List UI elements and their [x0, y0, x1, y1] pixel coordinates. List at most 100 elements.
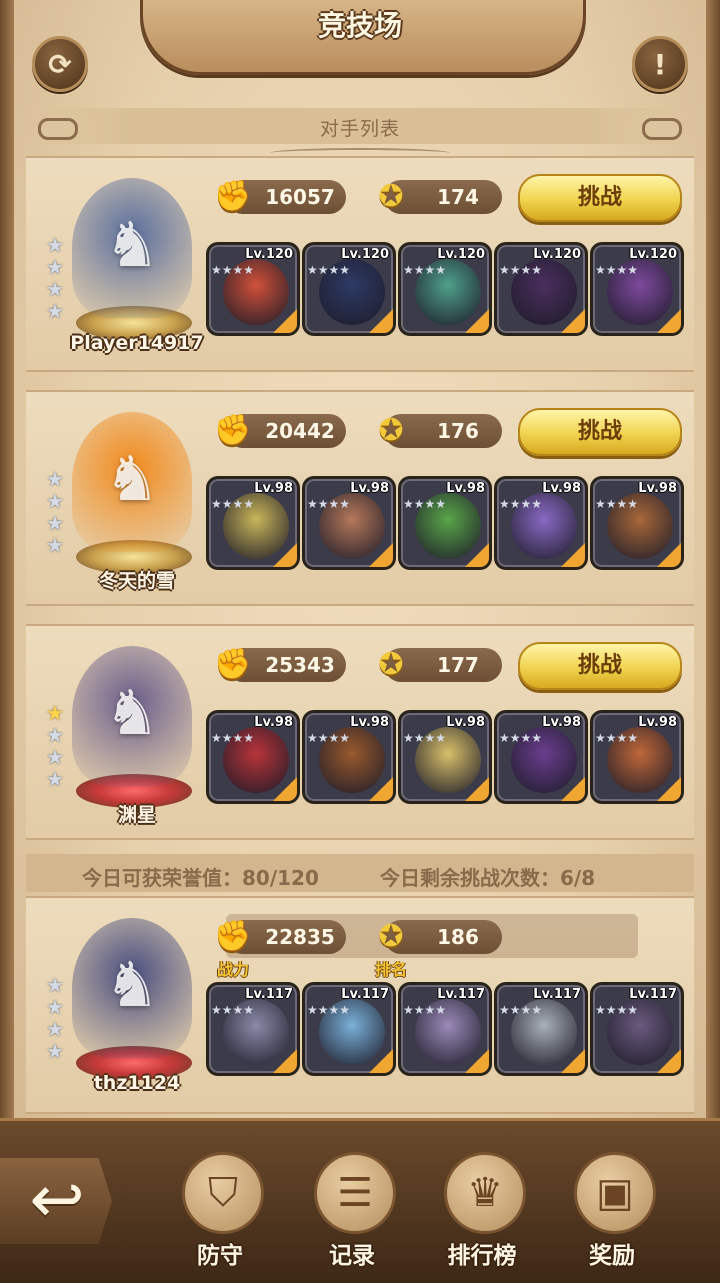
rarity-corner — [561, 309, 585, 333]
hero-slot[interactable]: ★★★★Lv.117 — [590, 982, 684, 1076]
hero-slot[interactable]: ★★★★Lv.98 — [206, 710, 300, 804]
hero-level: Lv.98 — [350, 715, 389, 730]
nav-trophy-button[interactable]: ♛ 排行榜 — [422, 1148, 542, 1272]
star-rank-icon: ★★★★ — [403, 731, 446, 746]
hero-slot[interactable]: ★★★★Lv.98 — [494, 476, 588, 570]
rarity-corner — [465, 1049, 489, 1073]
nav-chest-button[interactable]: ▣ 奖励 — [552, 1148, 672, 1272]
hero-slot[interactable]: ★★★★Lv.117 — [398, 982, 492, 1076]
hero-slot[interactable]: ★★★★Lv.98 — [398, 476, 492, 570]
hero-level: Lv.117 — [341, 987, 389, 1002]
hero-slot[interactable]: ★★★★Lv.117 — [302, 982, 396, 1076]
star-icon: ★ — [46, 255, 64, 279]
star-icon: ★ — [46, 701, 64, 725]
hero-slot[interactable]: ★★★★Lv.117 — [206, 982, 300, 1076]
hero-level: Lv.98 — [446, 715, 485, 730]
daily-honor-text: 今日可获荣誉值：80/120 — [82, 866, 319, 890]
refresh-icon: ⟳ — [48, 47, 72, 81]
star-icon: ★ — [46, 723, 64, 747]
shield-icon: ⛉ — [182, 1152, 264, 1234]
power-value: 16057 — [265, 185, 335, 209]
star-rank-icon: ★★★★ — [499, 263, 542, 278]
daily-remaining-text: 今日剩余挑战次数：6/8 — [380, 866, 596, 890]
hero-lineup: ★★★★Lv.98★★★★Lv.98★★★★Lv.98★★★★Lv.98★★★★… — [206, 710, 686, 804]
hero-level: Lv.120 — [533, 247, 581, 262]
star-icon: ★ — [46, 995, 64, 1019]
star-rank-icon: ★★★★ — [307, 263, 350, 278]
nav-label: 防守 — [197, 1243, 243, 1269]
hero-level: Lv.120 — [437, 247, 485, 262]
hero-slot[interactable]: ★★★★Lv.98 — [302, 710, 396, 804]
star-rank-icon: ★★★★ — [499, 731, 542, 746]
hero-slot[interactable]: ★★★★Lv.98 — [590, 476, 684, 570]
rarity-corner — [657, 1049, 681, 1073]
rarity-corner — [465, 777, 489, 801]
player-avatar[interactable]: ♞ ★ ★ ★ ★ 渊星 — [32, 636, 232, 826]
opponent-card: ♞★★★★渊星✊25343✪177挑战★★★★Lv.98★★★★Lv.98★★★… — [26, 624, 694, 840]
star-icon: ★ — [46, 489, 64, 513]
star-icon: ★ — [46, 299, 64, 323]
star-rank-icon: ★★★★ — [211, 497, 254, 512]
hero-slot[interactable]: ★★★★Lv.120 — [590, 242, 684, 336]
hero-slot[interactable]: ★★★★Lv.98 — [302, 476, 396, 570]
star-icon: ★ — [46, 511, 64, 535]
hero-figure: ♞ — [72, 412, 192, 552]
hero-slot[interactable]: ★★★★Lv.120 — [398, 242, 492, 336]
hero-slot[interactable]: ★★★★Lv.98 — [590, 710, 684, 804]
power-pill: ✊ 25343 — [214, 647, 346, 682]
player-avatar[interactable]: ♞ ★ ★ ★ ★ thz1124 — [32, 908, 232, 1098]
star-icon: ★ — [46, 1039, 64, 1063]
hero-slot[interactable]: ★★★★Lv.120 — [302, 242, 396, 336]
fist-icon: ✊ — [214, 178, 252, 214]
nav-label: 奖励 — [589, 1243, 635, 1269]
player-avatar[interactable]: ♞ ★ ★ ★ ★ Player14917 — [32, 168, 232, 358]
hero-silhouette-icon: ♞ — [104, 208, 160, 281]
refresh-button[interactable]: ⟳ — [32, 36, 88, 92]
hero-slot[interactable]: ★★★★Lv.120 — [494, 242, 588, 336]
star-rank-icon: ★★★★ — [44, 974, 68, 1062]
fist-icon: ✊ — [214, 412, 252, 448]
trophy-icon: ♛ — [444, 1152, 526, 1234]
power-value: 20442 — [265, 419, 335, 443]
hero-slot[interactable]: ★★★★Lv.98 — [206, 476, 300, 570]
nav-shield-button[interactable]: ⛉ 防守 — [160, 1148, 280, 1272]
star-rank-icon: ★★★★ — [307, 497, 350, 512]
info-button[interactable]: ! — [632, 36, 688, 92]
power-caption: 战力 — [216, 960, 249, 979]
hero-figure: ♞ — [72, 178, 192, 318]
hero-slot[interactable]: ★★★★Lv.98 — [494, 710, 588, 804]
player-name: thz1124 — [93, 1072, 181, 1094]
power-pill: ✊ 20442 — [214, 413, 346, 448]
chest-icon: ▣ — [574, 1152, 656, 1234]
opponent-card: ♞★★★★冬天的雪✊20442✪176挑战★★★★Lv.98★★★★Lv.98★… — [26, 390, 694, 606]
hero-level: Lv.117 — [437, 987, 485, 1002]
hero-level: Lv.98 — [638, 481, 677, 496]
hero-slot[interactable]: ★★★★Lv.120 — [206, 242, 300, 336]
hero-slot[interactable]: ★★★★Lv.98 — [398, 710, 492, 804]
challenge-button[interactable]: 挑战 — [518, 408, 682, 456]
nav-scroll-button[interactable]: ☰ 记录 — [292, 1148, 412, 1272]
hero-level: Lv.98 — [446, 481, 485, 496]
rarity-corner — [369, 543, 393, 567]
star-rank-icon: ★★★★ — [44, 702, 68, 790]
star-icon: ★ — [46, 467, 64, 491]
star-icon: ★ — [46, 533, 64, 557]
rarity-corner — [369, 309, 393, 333]
challenge-button[interactable]: 挑战 — [518, 174, 682, 222]
player-avatar[interactable]: ♞ ★ ★ ★ ★ 冬天的雪 — [32, 402, 232, 592]
hero-silhouette-icon: ♞ — [104, 948, 160, 1021]
rarity-corner — [657, 543, 681, 567]
hero-silhouette-icon: ♞ — [104, 442, 160, 515]
star-rank-icon: ★★★★ — [595, 497, 638, 512]
star-rank-icon: ★★★★ — [44, 468, 68, 556]
hero-level: Lv.98 — [254, 715, 293, 730]
star-rank-icon: ★★★★ — [403, 1003, 446, 1018]
challenge-button[interactable]: 挑战 — [518, 642, 682, 690]
rarity-corner — [273, 777, 297, 801]
star-icon: ★ — [46, 767, 64, 791]
opponent-list-title: 对手列表 — [319, 118, 400, 140]
rarity-corner — [273, 1049, 297, 1073]
rank-pill: ✪ 177 — [378, 647, 502, 682]
rarity-corner — [273, 309, 297, 333]
hero-slot[interactable]: ★★★★Lv.117 — [494, 982, 588, 1076]
